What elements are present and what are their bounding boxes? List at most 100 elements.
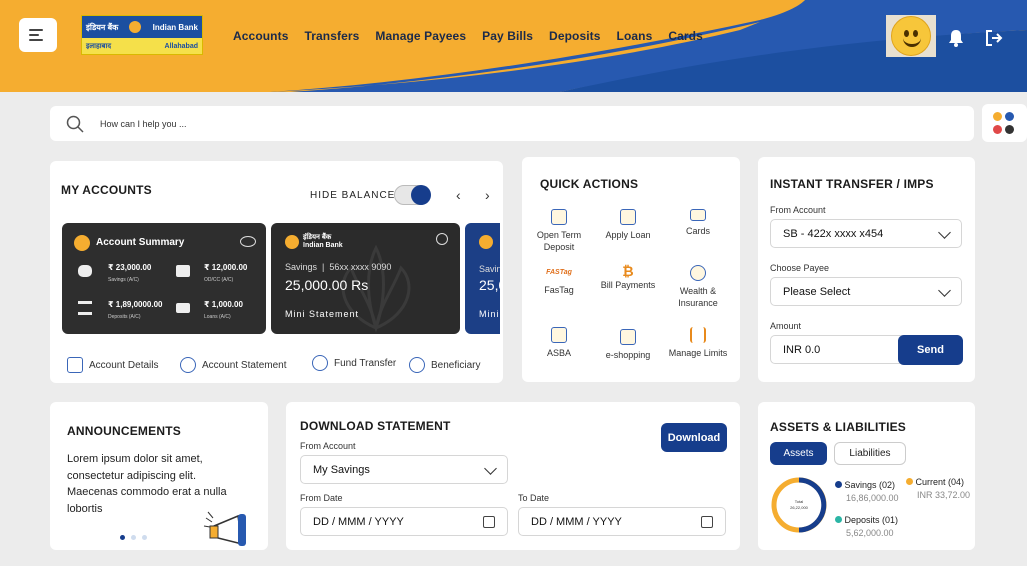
hide-balance-toggle[interactable] — [394, 185, 431, 205]
nav-manage-payees[interactable]: Manage Payees — [375, 29, 466, 43]
nav-cards[interactable]: Cards — [668, 29, 703, 43]
amount-value: INR 0.0 — [783, 343, 821, 356]
deposits-amount: ₹ 1,89,0000.00 — [108, 300, 163, 309]
chevron-right-icon[interactable]: › — [485, 187, 490, 203]
carousel-dot-active[interactable] — [120, 535, 125, 540]
beneficiary-label: Beneficiary — [431, 359, 481, 371]
to-date-input[interactable]: DD / MMM / YYYY — [518, 507, 726, 536]
qa-apply-loan[interactable]: Apply Loan — [593, 209, 663, 241]
apps-dot — [1005, 124, 1014, 134]
rupee-icon: ₿ — [622, 263, 634, 279]
loans-label: Loans (A/C) — [204, 314, 231, 320]
send-button[interactable]: Send — [898, 335, 963, 365]
donut-total-value: 26,22,000 — [790, 505, 809, 510]
legend-dot — [906, 478, 913, 485]
statement-account-select[interactable]: My Savings — [300, 455, 508, 484]
nav-loans[interactable]: Loans — [617, 29, 653, 43]
logo-emblem-icon — [129, 21, 142, 33]
bank-building-icon — [78, 301, 92, 315]
account-details-link[interactable]: Account Details — [67, 357, 158, 373]
sliders-icon — [690, 327, 706, 343]
eye-icon[interactable] — [240, 236, 256, 247]
top-header: इंडियन बैंक Indian Bank इलाहाबाद Allahab… — [0, 0, 1027, 92]
carousel-dot[interactable] — [142, 535, 147, 540]
beneficiary-link[interactable]: Beneficiary — [409, 357, 480, 373]
fastag-icon: FASTag — [546, 269, 572, 276]
calendar-icon[interactable] — [483, 516, 495, 528]
megaphone-icon — [203, 511, 246, 546]
nav-transfers[interactable]: Transfers — [304, 29, 359, 43]
from-date-label: From Date — [300, 493, 343, 503]
carousel-dots[interactable] — [120, 535, 147, 540]
qa-label: FasTag — [544, 285, 574, 295]
legend-deposits: Deposits (01) 5,62,000.00 — [835, 515, 898, 538]
logout-icon[interactable] — [985, 29, 1003, 47]
partial-card-action: Mini — [479, 309, 500, 319]
search-bar[interactable]: How can I help you ... — [50, 106, 974, 141]
card-account-number: 56xx xxxx 9090 — [329, 262, 392, 272]
chevron-down-icon — [938, 284, 951, 297]
download-button[interactable]: Download — [661, 423, 727, 452]
to-date-label: To Date — [518, 493, 550, 503]
bell-icon[interactable] — [948, 29, 964, 47]
choose-payee-label: Choose Payee — [770, 263, 830, 273]
legend-dot — [835, 516, 842, 523]
fund-transfer-icon — [312, 355, 328, 371]
qa-cards[interactable]: Cards — [663, 209, 733, 237]
qa-bill-payments[interactable]: ₿ Bill Payments — [593, 263, 663, 291]
bank-logo[interactable]: इंडियन बैंक Indian Bank इलाहाबाद Allahab… — [81, 15, 203, 55]
tab-assets[interactable]: Assets — [770, 442, 827, 465]
nav-accounts[interactable]: Accounts — [233, 29, 288, 43]
savings-account-card[interactable]: इंडियन बैंक Indian Bank Savings | 56xx x… — [271, 223, 460, 334]
account-statement-icon — [180, 357, 196, 373]
from-account-select[interactable]: SB - 422x xxxx x454 — [770, 219, 962, 248]
logo-english-text: Indian Bank — [152, 22, 198, 32]
menu-button[interactable] — [19, 18, 57, 52]
legend-current-name: Current (04) — [915, 477, 965, 487]
qa-asba[interactable]: ASBA — [524, 327, 594, 359]
next-account-card[interactable]: Savin 25,0 Mini — [465, 223, 500, 334]
hide-balance-label: HIDE BALANCE — [310, 190, 396, 201]
qa-e-shopping[interactable]: e-shopping — [593, 329, 663, 361]
qa-open-term-deposit[interactable]: Open Term Deposit — [524, 209, 594, 253]
loan-hand-icon — [176, 303, 190, 313]
qa-fastag[interactable]: FASTag FasTag — [524, 267, 594, 296]
asba-flag-icon — [551, 327, 567, 343]
fund-transfer-link[interactable]: Fund Transfer — [312, 355, 396, 371]
partial-card-balance: 25,0 — [479, 277, 500, 293]
nav-pay-bills[interactable]: Pay Bills — [482, 29, 533, 43]
qa-manage-limits[interactable]: Manage Limits — [663, 327, 733, 359]
logo-hindi-text: इंडियन बैंक — [86, 22, 119, 32]
account-statement-label: Account Statement — [202, 359, 287, 371]
mini-statement-link[interactable]: Mini Statement — [285, 309, 359, 319]
account-statement-link[interactable]: Account Statement — [180, 357, 287, 373]
announcements-title: ANNOUNCEMENTS — [67, 424, 181, 438]
calendar-icon[interactable] — [701, 516, 713, 528]
apps-grid-button[interactable] — [982, 104, 1027, 142]
fund-transfer-label: Fund Transfer — [334, 357, 397, 369]
nav-deposits[interactable]: Deposits — [549, 29, 600, 43]
announcements-panel: ANNOUNCEMENTS Lorem ipsum dolor sit amet… — [50, 402, 268, 550]
from-date-input[interactable]: DD / MMM / YYYY — [300, 507, 508, 536]
statement-from-account-label: From Account — [300, 441, 356, 451]
deposits-label: Deposits (A/C) — [108, 314, 141, 320]
money-bag-icon — [690, 265, 706, 281]
donut-segment-savings-2 — [798, 519, 820, 533]
card-bank-english: Indian Bank — [303, 242, 343, 249]
avatar[interactable] — [886, 15, 936, 57]
account-details-icon — [67, 357, 83, 373]
instant-transfer-title: INSTANT TRANSFER / IMPS — [770, 177, 934, 191]
apps-dot — [1005, 112, 1014, 121]
partial-card-type: Savin — [479, 264, 500, 274]
download-statement-panel: DOWNLOAD STATEMENT Download From Account… — [286, 402, 740, 550]
qa-wealth-insurance[interactable]: Wealth & Insurance — [663, 265, 733, 309]
account-summary-card[interactable]: Account Summary ₹ 23,000.00 Savings (A/C… — [62, 223, 266, 334]
carousel-dot[interactable] — [131, 535, 136, 540]
odcc-amount: ₹ 12,000.00 — [204, 263, 248, 272]
wallet-icon — [176, 265, 190, 277]
bank-emblem-icon — [285, 235, 299, 249]
search-input[interactable]: How can I help you ... — [100, 119, 187, 129]
chevron-left-icon[interactable]: ‹ — [456, 187, 461, 203]
tab-liabilities[interactable]: Liabilities — [834, 442, 906, 465]
choose-payee-select[interactable]: Please Select — [770, 277, 962, 306]
